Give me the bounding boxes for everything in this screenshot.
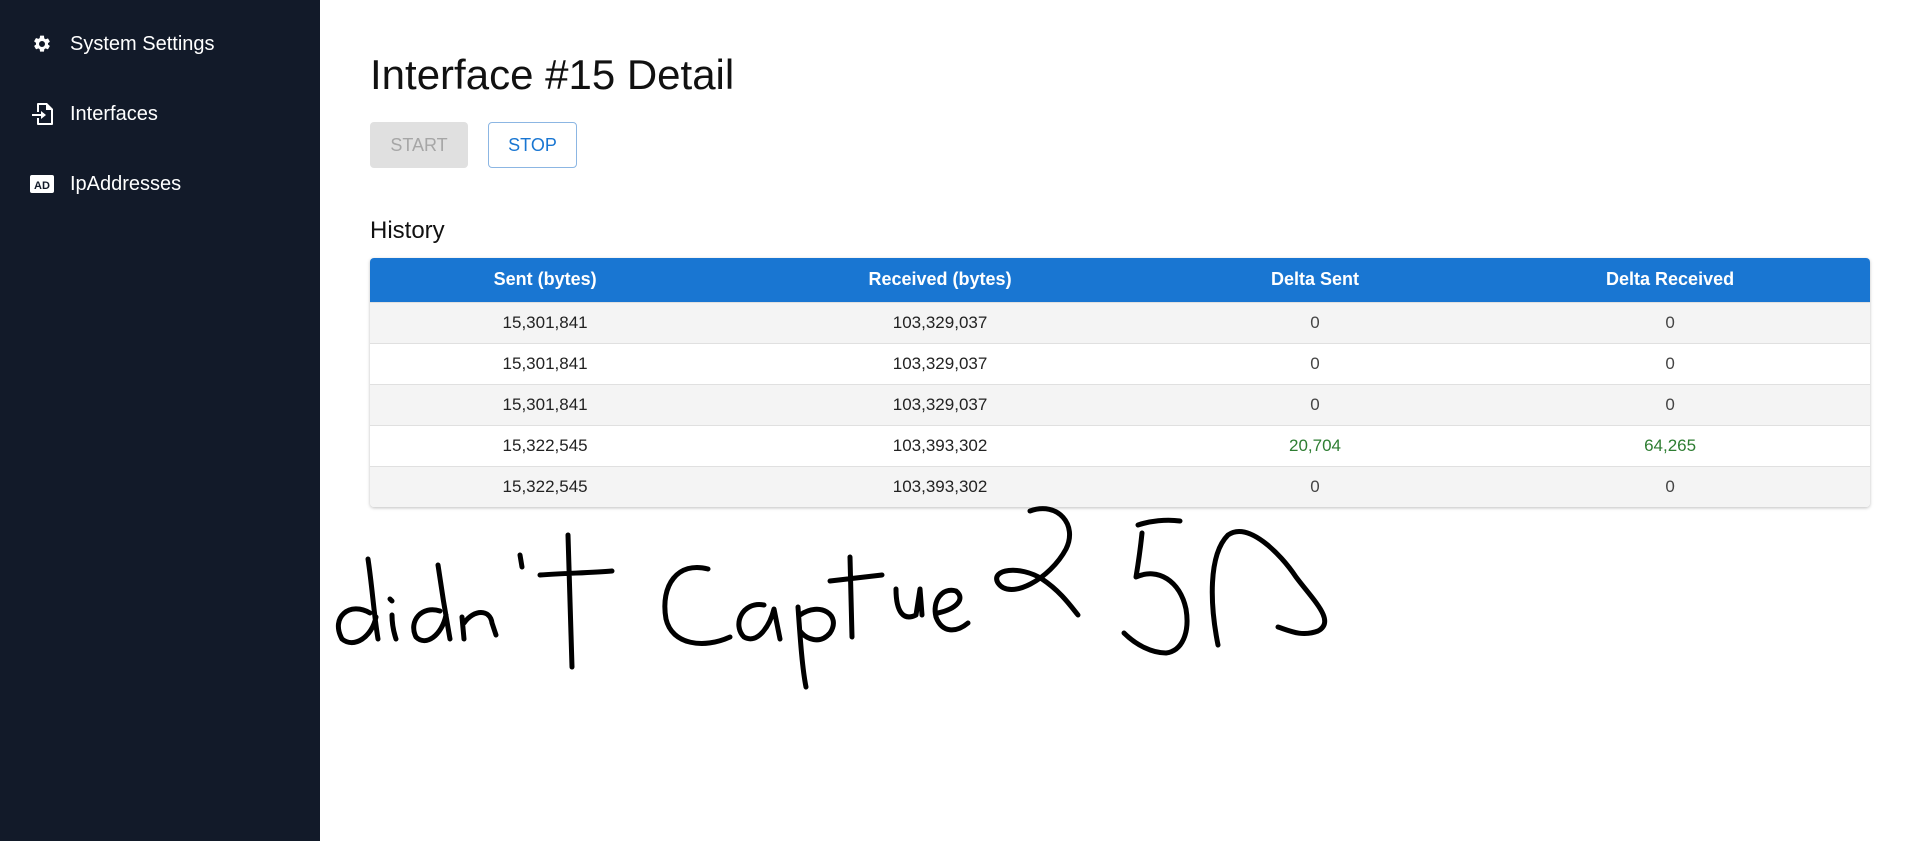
column-header-delta-received: Delta Received bbox=[1606, 269, 1735, 290]
cell-received: 103,393,302 bbox=[892, 435, 988, 455]
cell-delta-received: 0 bbox=[1665, 394, 1675, 414]
table-row: 15,301,841 103,329,037 0 0 bbox=[370, 384, 1870, 425]
file-import-icon bbox=[30, 102, 54, 126]
cell-sent: 15,301,841 bbox=[502, 353, 588, 373]
cell-sent: 15,322,545 bbox=[502, 435, 588, 455]
cell-delta-sent: 0 bbox=[1310, 476, 1320, 496]
column-header-sent: Sent (bytes) bbox=[493, 269, 597, 290]
sidebar: System Settings Interfaces AD IpAddresse… bbox=[0, 0, 320, 841]
table-row: 15,322,545 103,393,302 20,704 64,265 bbox=[370, 425, 1870, 466]
cell-delta-received: 0 bbox=[1665, 312, 1675, 332]
cell-received: 103,393,302 bbox=[892, 476, 988, 496]
table-row: 15,301,841 103,329,037 0 0 bbox=[370, 302, 1870, 343]
sidebar-item-ipaddresses[interactable]: AD IpAddresses bbox=[0, 166, 320, 202]
svg-text:AD: AD bbox=[34, 180, 50, 192]
ad-icon: AD bbox=[30, 172, 54, 196]
column-header-delta-sent: Delta Sent bbox=[1270, 269, 1360, 290]
cell-sent: 15,301,841 bbox=[502, 394, 588, 414]
main-content: Interface #15 Detail START STOP History … bbox=[370, 0, 1870, 507]
history-table: Sent (bytes) Received (bytes) Delta Sent… bbox=[370, 258, 1870, 507]
sidebar-item-interfaces[interactable]: Interfaces bbox=[0, 96, 320, 132]
cell-delta-sent: 20,704 bbox=[1289, 435, 1341, 455]
column-header-received: Received (bytes) bbox=[868, 269, 1012, 290]
cell-received: 103,329,037 bbox=[892, 353, 988, 373]
sidebar-item-system-settings[interactable]: System Settings bbox=[0, 26, 320, 62]
sidebar-item-label: IpAddresses bbox=[70, 172, 182, 195]
page-title: Interface #15 Detail bbox=[370, 51, 735, 98]
cell-received: 103,329,037 bbox=[892, 394, 988, 414]
app-root: System Settings Interfaces AD IpAddresse… bbox=[0, 0, 1918, 841]
handwritten-annotation bbox=[335, 506, 1328, 690]
cell-delta-received: 0 bbox=[1665, 476, 1675, 496]
cell-sent: 15,301,841 bbox=[502, 312, 588, 332]
sidebar-item-label: System Settings bbox=[70, 32, 215, 55]
cell-delta-sent: 0 bbox=[1310, 312, 1320, 332]
stop-button[interactable]: STOP bbox=[488, 122, 577, 168]
action-bar: START STOP bbox=[370, 122, 1870, 168]
sidebar-item-label: Interfaces bbox=[70, 102, 158, 125]
cell-delta-sent: 0 bbox=[1310, 394, 1320, 414]
table-row: 15,301,841 103,329,037 0 0 bbox=[370, 343, 1870, 384]
cell-delta-received: 0 bbox=[1665, 353, 1675, 373]
history-title: History bbox=[370, 217, 445, 244]
history-table-container: Sent (bytes) Received (bytes) Delta Sent… bbox=[370, 258, 1870, 507]
cell-sent: 15,322,545 bbox=[502, 476, 588, 496]
cell-received: 103,329,037 bbox=[892, 312, 988, 332]
cell-delta-sent: 0 bbox=[1310, 353, 1320, 373]
start-button[interactable]: START bbox=[370, 122, 468, 168]
table-header-row: Sent (bytes) Received (bytes) Delta Sent… bbox=[370, 258, 1870, 302]
gear-icon bbox=[30, 32, 54, 56]
table-row: 15,322,545 103,393,302 0 0 bbox=[370, 466, 1870, 507]
cell-delta-received: 64,265 bbox=[1644, 435, 1697, 455]
